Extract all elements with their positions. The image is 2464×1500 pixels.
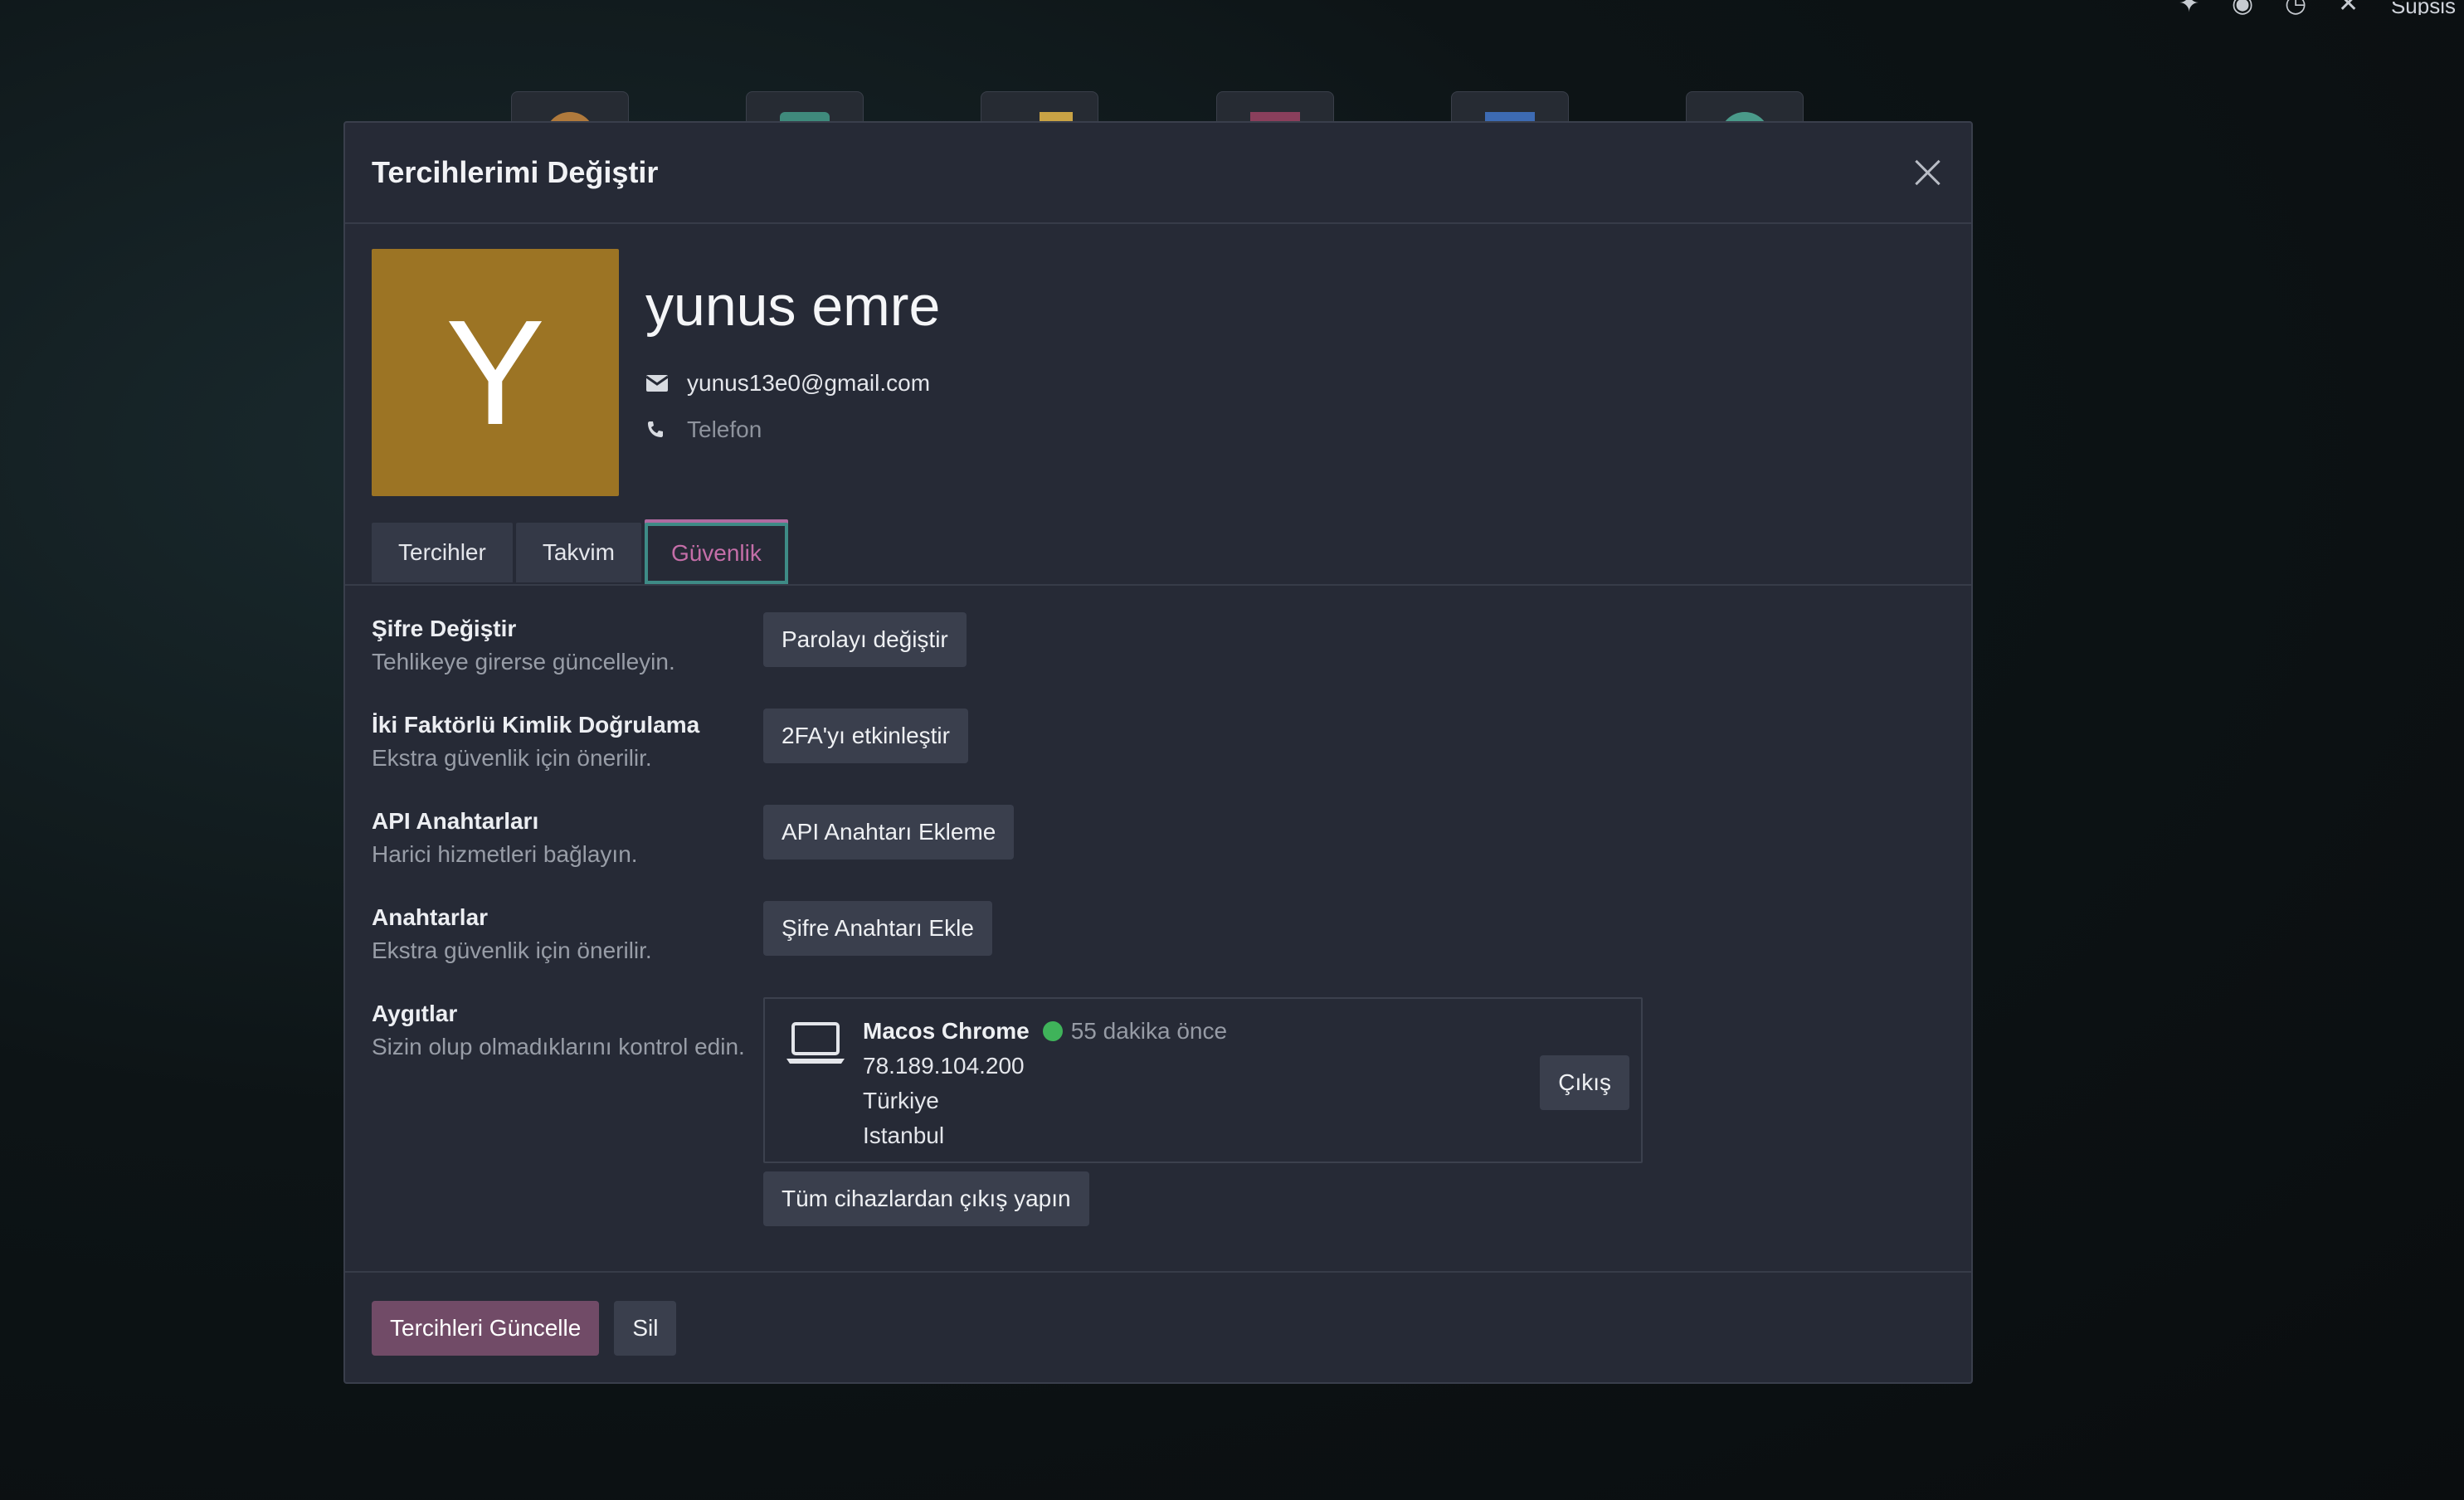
tab-security[interactable]: Güvenlik xyxy=(644,523,788,584)
company-name[interactable]: Supsis xyxy=(2391,2,2456,15)
api-keys-title: API Anahtarları xyxy=(372,808,539,834)
email-field[interactable]: yunus13e0@gmail.com xyxy=(687,370,930,397)
laptop-icon xyxy=(785,1020,846,1069)
password-row: Şifre Değiştir Tehlikeye girerse güncell… xyxy=(372,612,967,679)
twofa-desc: Ekstra güvenlik için önerilir. xyxy=(372,745,652,771)
dialog-title: Tercihlerimi Değiştir xyxy=(372,155,659,189)
twofa-title: İki Faktörlü Kimlik Doğrulama xyxy=(372,712,700,738)
device-ip: 78.189.104.200 xyxy=(863,1053,1025,1079)
tab-preferences[interactable]: Tercihler xyxy=(372,523,513,582)
preferences-dialog: Tercihlerimi Değiştir Y yunus emre yunus… xyxy=(343,121,1973,1384)
update-preferences-button[interactable]: Tercihleri Güncelle xyxy=(372,1301,600,1356)
delete-button[interactable]: Sil xyxy=(614,1301,677,1356)
device-info: Macos Chrome 55 dakika önce 78.189.104.20… xyxy=(863,1014,1227,1153)
device-logout-button[interactable]: Çıkış xyxy=(1540,1055,1629,1110)
device-card: Macos Chrome 55 dakika önce 78.189.104.20… xyxy=(763,997,1643,1163)
avatar[interactable]: Y xyxy=(372,249,619,496)
dialog-header: Tercihlerimi Değiştir xyxy=(345,123,1971,224)
clock-icon[interactable]: ◷ xyxy=(2285,0,2310,17)
device-city: Istanbul xyxy=(863,1123,945,1148)
phone-field[interactable]: Telefon xyxy=(687,416,762,443)
enable-2fa-button[interactable]: 2FA'yı etkinleştir xyxy=(763,709,968,763)
phone-icon xyxy=(645,420,687,440)
passkeys-desc: Ekstra güvenlik için önerilir. xyxy=(372,938,652,963)
twofa-row: İki Faktörlü Kimlik Doğrulama Ekstra güv… xyxy=(372,709,968,775)
online-status-indicator xyxy=(1042,1021,1063,1041)
devices-row: Aygıtlar Sizin olup olmadıklarını kontro… xyxy=(372,997,1643,1226)
tools-icon[interactable]: ✕ xyxy=(2338,0,2363,17)
close-icon[interactable] xyxy=(1911,156,1945,189)
api-keys-row: API Anahtarları Harici hizmetleri bağlay… xyxy=(372,805,1015,871)
add-passkey-button[interactable]: Şifre Anahtarı Ekle xyxy=(763,901,992,956)
password-title: Şifre Değiştir xyxy=(372,616,517,641)
logout-all-devices-button[interactable]: Tüm cihazlardan çıkış yapın xyxy=(763,1171,1089,1226)
chat-icon[interactable]: ◉ xyxy=(2232,0,2257,17)
tab-bar: Tercihler Takvim Güvenlik xyxy=(372,523,788,584)
envelope-icon xyxy=(645,374,687,392)
device-country: Türkiye xyxy=(863,1088,939,1113)
device-name: Macos Chrome xyxy=(863,1018,1030,1044)
email-row: yunus13e0@gmail.com xyxy=(645,360,940,407)
tab-calendar[interactable]: Takvim xyxy=(515,523,641,582)
devices-title: Aygıtlar xyxy=(372,1001,458,1026)
top-navbar: ✦ ◉ ◷ ✕ Supsis xyxy=(2179,0,2464,17)
dialog-footer: Tercihleri Güncelle Sil xyxy=(372,1301,677,1356)
user-name[interactable]: yunus emre xyxy=(645,274,940,338)
passkeys-row: Anahtarlar Ekstra güvenlik için önerilir… xyxy=(372,901,992,967)
tab-divider xyxy=(345,584,1971,586)
change-password-button[interactable]: Parolayı değiştir xyxy=(763,612,967,667)
profile-section: Y yunus emre yunus13e0@gmail.com Telefon xyxy=(372,249,940,496)
add-api-key-button[interactable]: API Anahtarı Ekleme xyxy=(763,805,1015,860)
activity-icon[interactable]: ✦ xyxy=(2179,0,2203,17)
profile-info: yunus emre yunus13e0@gmail.com Telefon xyxy=(645,249,940,496)
phone-row: Telefon xyxy=(645,407,940,453)
password-desc: Tehlikeye girerse güncelleyin. xyxy=(372,649,675,675)
device-last-seen: 55 dakika önce xyxy=(1070,1018,1228,1044)
dialog-footer-divider xyxy=(345,1271,1971,1273)
passkeys-title: Anahtarlar xyxy=(372,904,489,930)
devices-desc: Sizin olup olmadıklarını kontrol edin. xyxy=(372,1034,745,1059)
api-keys-desc: Harici hizmetleri bağlayın. xyxy=(372,841,638,867)
